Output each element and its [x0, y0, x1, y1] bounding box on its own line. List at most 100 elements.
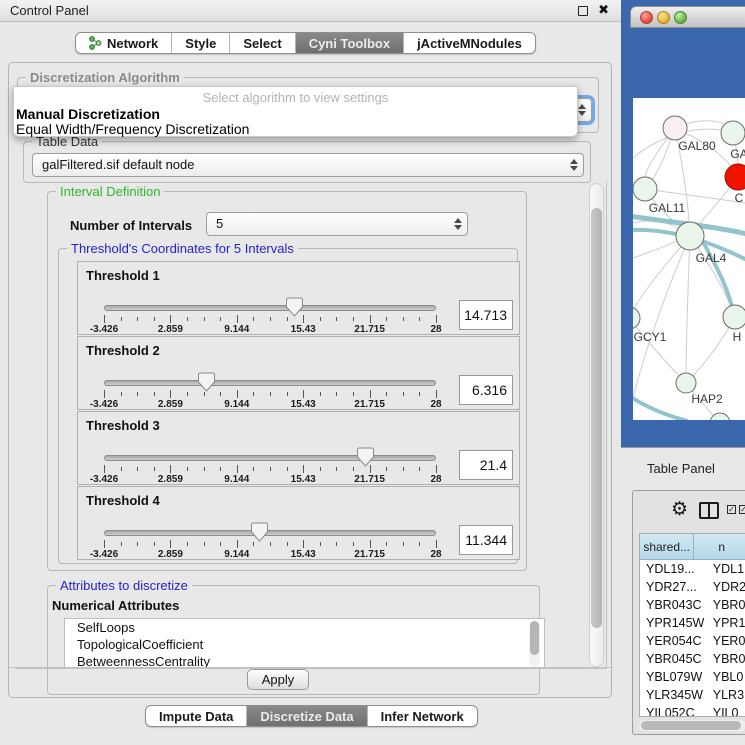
slider-thumb[interactable] [286, 297, 303, 317]
slider-track[interactable] [104, 305, 436, 311]
table-cell[interactable]: YER0 [708, 632, 745, 650]
table-cell[interactable]: YBL0 [708, 668, 745, 686]
table-cell[interactable]: YDR27... [640, 578, 708, 596]
table-cell[interactable]: YDR2 [708, 578, 745, 596]
float-window-icon[interactable] [578, 6, 588, 16]
tab-impute-data[interactable]: Impute Data [146, 706, 247, 726]
combobox-stepper-icon [452, 217, 463, 231]
node-label: GAL11 [649, 201, 686, 215]
tab-network[interactable]: Network [76, 33, 172, 53]
network-window-titlebar[interactable] [630, 6, 745, 28]
scrollbar-thumb[interactable] [641, 721, 741, 730]
popup-placeholder-option[interactable]: Select algorithm to view settings [14, 90, 577, 105]
table-row[interactable]: YDL19...YDL1 [640, 560, 745, 578]
tab-network-label: Network [107, 36, 158, 51]
network-node[interactable] [725, 164, 745, 190]
network-canvas[interactable]: GAL80GACGAL11GAL4GCY1HHAP2 [633, 98, 745, 420]
network-node[interactable] [676, 222, 704, 250]
table-cell[interactable]: YIL0 [708, 704, 745, 717]
network-node[interactable] [633, 177, 657, 201]
slider-ticks [104, 390, 436, 399]
slider-tick-labels: -3.4262.8599.14415.4321.71528 [104, 399, 436, 410]
network-node[interactable] [723, 305, 745, 329]
threshold-label: Threshold 4 [86, 493, 160, 508]
apply-button[interactable]: Apply [247, 669, 309, 690]
scrollbar-thumb[interactable] [591, 208, 602, 628]
threshold-value-field[interactable]: 14.713 [459, 300, 513, 330]
table-data-combobox[interactable]: galFiltered.sif default node [32, 153, 584, 177]
tab-style[interactable]: Style [172, 33, 230, 53]
tab-select[interactable]: Select [230, 33, 295, 53]
network-node[interactable] [676, 373, 696, 393]
slider-thumb[interactable] [198, 372, 215, 392]
table-cell[interactable]: YBR043C [640, 596, 708, 614]
slider-thumb[interactable] [251, 522, 268, 542]
table-cell[interactable]: YPR1 [708, 614, 745, 632]
zoom-traffic-light-icon[interactable] [674, 11, 687, 24]
table-cell[interactable]: YPR145W [640, 614, 708, 632]
minimize-traffic-light-icon[interactable] [657, 11, 670, 24]
close-icon[interactable]: ✖ [598, 2, 609, 18]
table-cell[interactable]: YBR045C [640, 650, 708, 668]
threshold-label: Threshold 2 [86, 343, 160, 358]
numerical-attributes-list[interactable]: SelfLoopsTopologicalCoefficientBetweenne… [64, 618, 545, 668]
select-columns-check2-icon[interactable]: ✓ [739, 505, 745, 514]
table-cell[interactable]: YBR0 [708, 650, 745, 668]
threshold-value-field[interactable]: 11.344 [459, 525, 513, 555]
threshold-panel: Threshold 3 -3.4262.8599.14415.4321.7152… [77, 411, 520, 485]
select-columns-check-icon[interactable]: ✓ [727, 505, 736, 514]
number-of-intervals-combobox[interactable]: 5 [206, 212, 468, 236]
table-cell[interactable]: YIL052C [640, 704, 708, 717]
node-table[interactable]: shared... n YDL19...YDL1YDR27...YDR2YBR0… [639, 533, 745, 717]
table-cell[interactable]: YDL1 [708, 560, 745, 578]
table-row[interactable]: YBR043CYBR0 [640, 596, 745, 614]
table-row[interactable]: YDR27...YDR2 [640, 578, 745, 596]
group-title: Attributes to discretize [56, 578, 192, 593]
threshold-value-field[interactable]: 21.4 [459, 450, 513, 480]
column-header-shared-name[interactable]: shared... [640, 534, 694, 560]
table-row[interactable]: YBL079WYBL0 [640, 668, 745, 686]
popup-option-equal-width-frequency[interactable]: Equal Width/Frequency Discretization [16, 121, 249, 137]
tab-cyni-toolbox[interactable]: Cyni Toolbox [296, 33, 404, 53]
table-row[interactable]: YLR345WYLR3 [640, 686, 745, 704]
list-item[interactable]: SelfLoops [65, 619, 544, 636]
slider-track[interactable] [104, 455, 436, 461]
algorithm-dropdown-popup: Select algorithm to view settings Manual… [13, 86, 578, 137]
table-cell[interactable]: YDL19... [640, 560, 708, 578]
slider-thumb[interactable] [357, 447, 374, 467]
numerical-attributes-label: Numerical Attributes [52, 598, 179, 613]
list-scrollbar[interactable] [529, 621, 540, 667]
popup-option-manual-discretization[interactable]: Manual Discretization [16, 106, 160, 122]
split-view-icon[interactable] [699, 502, 719, 519]
table-row[interactable]: YBR045CYBR0 [640, 650, 745, 668]
list-item[interactable]: BetweennessCentrality [65, 653, 544, 668]
number-of-intervals-label: Number of Intervals [70, 218, 192, 233]
threshold-label: Threshold 3 [86, 418, 160, 433]
tab-discretize-data[interactable]: Discretize Data [247, 706, 367, 726]
slider-track[interactable] [104, 530, 436, 536]
settings-gear-icon[interactable]: ⚙ [671, 498, 688, 521]
table-row[interactable]: YPR145WYPR1 [640, 614, 745, 632]
settings-scroll-viewport: Interval Definition Number of Intervals … [15, 181, 607, 669]
slider-track[interactable] [104, 380, 436, 386]
tab-jactivemnodules[interactable]: jActiveMNodules [404, 33, 535, 53]
table-cell[interactable]: YLR345W [640, 686, 708, 704]
table-row[interactable]: YIL052CYIL0 [640, 704, 745, 717]
table-cell[interactable]: YBL079W [640, 668, 708, 686]
tab-infer-network[interactable]: Infer Network [368, 706, 477, 726]
network-node[interactable] [721, 121, 745, 145]
cyni-content-panel: Discretization Algorithm Table Data galF… [8, 62, 612, 698]
close-traffic-light-icon[interactable] [640, 11, 653, 24]
table-cell[interactable]: YER054C [640, 632, 708, 650]
table-cell[interactable]: YBR0 [708, 596, 745, 614]
list-item[interactable]: TopologicalCoefficient [65, 636, 544, 653]
threshold-value-field[interactable]: 6.316 [459, 375, 513, 405]
table-row[interactable]: YER054CYER0 [640, 632, 745, 650]
settings-vertical-scrollbar[interactable] [589, 183, 604, 667]
network-node[interactable] [710, 413, 730, 420]
network-node[interactable] [663, 116, 687, 140]
table-horizontal-scrollbar[interactable] [639, 720, 745, 731]
column-header-name[interactable]: n [694, 534, 745, 560]
network-node[interactable] [633, 307, 640, 329]
table-cell[interactable]: YLR3 [708, 686, 745, 704]
